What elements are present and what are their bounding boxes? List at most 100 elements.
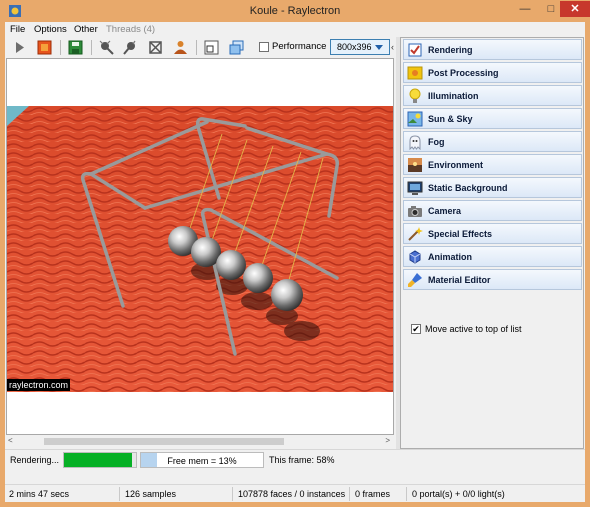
render-viewport[interactable]: raylectron.com bbox=[6, 58, 394, 435]
menu-options[interactable]: Options bbox=[34, 24, 67, 35]
panel-material-editor[interactable]: Material Editor bbox=[403, 269, 582, 290]
post-processing-icon bbox=[407, 65, 423, 81]
panel-illumination[interactable]: Illumination bbox=[403, 85, 582, 106]
watermark-text: raylectron.com bbox=[7, 379, 71, 391]
window-title: Koule - Raylectron bbox=[249, 5, 341, 17]
free-memory-text: Free mem = 13% bbox=[167, 456, 237, 466]
performance-mode-checkbox[interactable] bbox=[259, 42, 269, 52]
render-progress-bar: Rendering... Free mem = 13% This frame: … bbox=[5, 449, 585, 471]
portal-light-count: 0 portal(s) + 0/0 light(s) bbox=[412, 489, 505, 499]
render-progress-track bbox=[63, 452, 137, 468]
save-button[interactable] bbox=[66, 38, 85, 57]
zoom-window-button[interactable] bbox=[202, 38, 221, 57]
toolbar-separator bbox=[196, 40, 197, 55]
panel-label: Material Editor bbox=[428, 275, 491, 285]
scroll-left-icon[interactable]: < bbox=[8, 436, 13, 445]
settings-side-panel: Rendering Post Processing Illumination S… bbox=[400, 37, 584, 449]
material-tool-button[interactable] bbox=[146, 38, 165, 57]
panel-post-processing[interactable]: Post Processing bbox=[403, 62, 582, 83]
title-bar[interactable]: Koule - Raylectron — □ ✕ bbox=[0, 0, 590, 22]
panel-label: Environment bbox=[428, 160, 484, 170]
status-bar: 2 mins 47 secs 126 samples 107878 faces … bbox=[5, 484, 585, 502]
light-tool-icon bbox=[99, 40, 114, 55]
panel-special-effects[interactable]: Special Effects bbox=[403, 223, 582, 244]
panel-animation[interactable]: Animation bbox=[403, 246, 582, 267]
zoom-window-icon bbox=[204, 40, 219, 55]
move-active-label: Move active to top of list bbox=[425, 324, 522, 334]
rendered-image bbox=[7, 106, 393, 392]
minimize-button[interactable]: — bbox=[512, 1, 538, 17]
panel-camera[interactable]: Camera bbox=[403, 200, 582, 221]
menu-file[interactable]: File bbox=[10, 24, 25, 35]
save-icon bbox=[68, 40, 83, 55]
monitor-icon bbox=[407, 180, 423, 196]
material-tool-icon bbox=[149, 41, 162, 54]
copy-window-icon bbox=[229, 40, 244, 55]
frame-count: 0 frames bbox=[355, 489, 391, 499]
render-status-text: Rendering... bbox=[10, 455, 60, 465]
copy-window-button[interactable] bbox=[227, 38, 246, 57]
elapsed-time: 2 mins 47 secs bbox=[9, 489, 70, 499]
frame-progress-text: This frame: 58% bbox=[269, 455, 335, 465]
light-tool-2-button[interactable] bbox=[121, 38, 140, 57]
chevron-down-icon bbox=[375, 45, 383, 50]
client-area: File Options Other Threads (4) Performan… bbox=[5, 22, 585, 502]
panel-label: Rendering bbox=[428, 45, 473, 55]
animation-icon bbox=[407, 249, 423, 265]
special-effects-icon bbox=[407, 226, 423, 242]
stop-render-icon bbox=[37, 40, 52, 55]
menu-other[interactable]: Other bbox=[74, 24, 98, 35]
panel-label: Animation bbox=[428, 252, 472, 262]
status-divider bbox=[349, 487, 350, 501]
horizontal-scrollbar[interactable]: < > bbox=[6, 435, 394, 448]
play-icon bbox=[16, 42, 24, 53]
toolbar: Performance mode 800x396 ‹ bbox=[5, 37, 395, 58]
panel-label: Fog bbox=[428, 137, 445, 147]
panel-label: Illumination bbox=[428, 91, 479, 101]
panel-fog[interactable]: Fog bbox=[403, 131, 582, 152]
scroll-right-icon[interactable]: > bbox=[385, 436, 390, 445]
play-button[interactable] bbox=[10, 38, 29, 57]
resolution-value: 800x396 bbox=[337, 42, 372, 52]
rendering-icon bbox=[407, 42, 423, 58]
panel-sun-sky[interactable]: Sun & Sky bbox=[403, 108, 582, 129]
menu-bar: File Options Other Threads (4) bbox=[5, 22, 585, 37]
render-progress-fill bbox=[64, 453, 133, 467]
status-divider bbox=[406, 487, 407, 501]
resolution-dropdown[interactable]: 800x396 bbox=[330, 39, 390, 55]
status-divider bbox=[119, 487, 120, 501]
toolbar-overflow-icon[interactable]: ‹ bbox=[391, 42, 394, 52]
sample-count: 126 samples bbox=[125, 489, 177, 499]
environment-icon bbox=[407, 157, 423, 173]
panel-rendering[interactable]: Rendering bbox=[403, 39, 582, 60]
stop-render-button[interactable] bbox=[35, 38, 54, 57]
panel-static-background[interactable]: Static Background bbox=[403, 177, 582, 198]
toolbar-separator bbox=[91, 40, 92, 55]
camera-icon bbox=[407, 203, 423, 219]
person-icon bbox=[174, 41, 187, 54]
brush-icon bbox=[407, 272, 423, 288]
close-button[interactable]: ✕ bbox=[560, 1, 590, 17]
fog-ghost-icon bbox=[407, 134, 423, 150]
light-tool-2-icon bbox=[123, 40, 136, 55]
light-tool-button[interactable] bbox=[97, 38, 116, 57]
performance-mode-label: Performance mode bbox=[272, 41, 328, 52]
panel-label: Static Background bbox=[428, 183, 508, 193]
move-active-checkbox[interactable]: ✔ bbox=[411, 324, 421, 334]
face-count: 107878 faces / 0 instances bbox=[238, 489, 346, 499]
free-memory-indicator: Free mem = 13% bbox=[140, 452, 264, 468]
lightbulb-icon bbox=[407, 88, 423, 104]
panel-label: Post Processing bbox=[428, 68, 499, 78]
status-divider bbox=[232, 487, 233, 501]
toolbar-separator bbox=[60, 40, 61, 55]
panel-label: Sun & Sky bbox=[428, 114, 473, 124]
panel-environment[interactable]: Environment bbox=[403, 154, 582, 175]
scrollbar-thumb[interactable] bbox=[44, 438, 284, 445]
sun-sky-icon bbox=[407, 111, 423, 127]
menu-threads: Threads (4) bbox=[106, 24, 156, 35]
panel-label: Camera bbox=[428, 206, 462, 216]
application-window: Koule - Raylectron — □ ✕ File Options Ot… bbox=[0, 0, 590, 507]
person-button[interactable] bbox=[171, 38, 190, 57]
panel-label: Special Effects bbox=[428, 229, 493, 239]
newtons-cradle-render bbox=[7, 106, 393, 392]
